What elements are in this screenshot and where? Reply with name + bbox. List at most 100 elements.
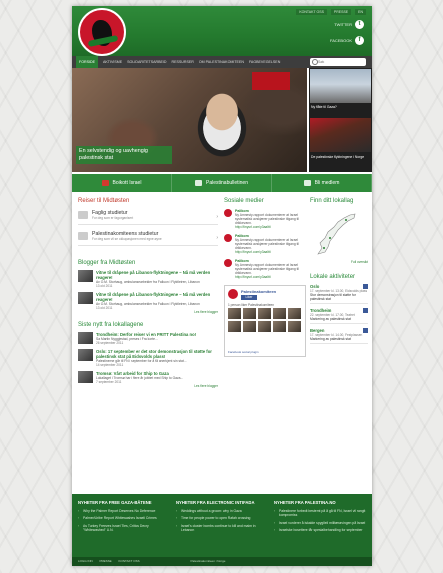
right-column: Finn ditt lokallag Full oversikt Lokale … [310,198,368,344]
hero-caption[interactable]: En selvstendig og uavhengig palestinsk s… [76,146,172,164]
nav-item-solidaritetsarbeid[interactable]: SOLIDARITETSARBEID [127,56,166,68]
news-photo [78,349,93,361]
tweet-link[interactable]: http://tinyurl.com/y3aaltti [235,225,304,229]
study-item-1[interactable]: Faglig studietur For deg som er fagorgan… [78,210,218,225]
top-link-lang[interactable]: EN [355,9,366,15]
local-news-item[interactable]: Tromsø: Vårt arbeid for Ship to Gaza Lok… [78,371,218,384]
blog-title[interactable]: Vitne til dråpene på Libanon-flyktningen… [96,292,218,302]
local-news-item[interactable]: Trondheim: Derfor reiser vi en FRITT Pal… [78,332,218,345]
local-news-item[interactable]: Oslo: 17 september er det stor demonstra… [78,349,218,367]
more-local-link[interactable]: Les flere blogger [78,384,218,388]
bulletin-button[interactable]: Palestinabulletinen [172,174,272,192]
fb-like-button[interactable]: Liker [241,295,257,300]
footer-link[interactable]: Palmer/Uribe Report Whitewashes Israeli … [78,516,170,521]
twitter-label: TWITTER [334,22,352,27]
nav-item-om[interactable]: OM PALESTINAKOMITEEN [199,56,244,68]
study-item-2[interactable]: Palestinakomiteens studietur For deg som… [78,231,218,246]
nav-item-forside[interactable]: FORSIDE [76,56,98,68]
fan-avatar[interactable] [243,308,256,319]
activity-desc: Markering av palestinsk stat [310,317,351,321]
blog-item[interactable]: Vitne til dråpene på Libanon-flyktningen… [78,270,218,288]
study-sub: For deg som vil se okkupasjonen med egne… [92,237,162,241]
page: KONTAKT OSS PRESSE EN TWITTER t FACEBOOK… [0,0,443,573]
blog-item[interactable]: Vitne til dråpene på Libanon-flyktningen… [78,292,218,310]
top-link-kontakt[interactable]: KONTAKT OSS [296,9,327,15]
fan-avatar[interactable] [228,308,241,319]
activity-item[interactable]: Bergen 17. september kl. 14.00, Festplas… [310,328,368,344]
tweet-link[interactable]: http://tinyurl.com/y3aaltti [235,275,304,279]
facebook-link[interactable]: FACEBOOK f [330,36,364,45]
hero-side-list: Ny flåte til Gaza? De palestinske flyktn… [309,68,372,172]
footer-col-title: NYHETER FRA PALESTINA.NO [274,500,336,505]
nav-item-fagbevegelsen[interactable]: FAGBEVEGELSEN [249,56,280,68]
news-title[interactable]: Oslo: 17 september er det stor demonstra… [96,349,218,359]
footer-link[interactable]: Weddings without a groom: why in Gaza [176,509,268,514]
blog-title[interactable]: Vitne til dråpene på Libanon-flyktningen… [96,270,218,280]
nav-item-ressurser[interactable]: RESSURSER [172,56,194,68]
side-thumb-2[interactable] [310,118,371,152]
search-input[interactable]: Søk [310,58,366,66]
side-caption-1[interactable]: Ny flåte til Gaza? [311,105,369,109]
footer-col-title: NYHETER FRA FREE GAZA-BÅTENE [78,500,152,505]
fan-avatar[interactable] [273,321,286,332]
top-link-presse[interactable]: PRESSE [330,9,352,15]
footer-link[interactable]: Palestinere forbedt bestemt på å gå til … [274,509,366,518]
footer-col-title: NYHETER FRA ELECTRONIC INTIFADA [176,500,255,505]
twitter-icon: t [355,20,364,29]
footer-link[interactable]: Israelske bosettere får spesialbehandlin… [274,528,366,533]
nav-item-aktivisme[interactable]: AKTIVISME [103,56,122,68]
middle-column: Sosiale medier Palikom Ny Amnesty-rappor… [224,198,306,357]
boikott-button[interactable]: Boikott Israel [72,174,172,192]
tweet[interactable]: Palikom Ny Amnesty-rapport dokumenterer … [224,209,304,229]
tweet-text: Ny Amnesty-rapport dokumenterer at Israe… [235,263,299,275]
footer-link[interactable]: Israel vurderer å iskalde spyglleil mili… [274,521,366,526]
blog-meta: Av O.M. Storhaug, ambulansearbeider fra … [96,302,200,306]
facebook-icon: f [355,36,364,45]
facebook-icon[interactable] [363,308,368,313]
fan-avatar[interactable] [273,308,286,319]
footer-link[interactable]: Why the Palmer Report Deserves No Defere… [78,509,170,514]
norway-map[interactable] [310,210,360,260]
activity-item[interactable]: Trondheim 22. september kl. 17.00, Teatr… [310,308,368,324]
fan-avatar[interactable] [228,321,241,332]
facebook-icon[interactable] [363,328,368,333]
fb-page-name[interactable]: Palestinakomiteen [241,289,276,294]
avatar [224,209,232,217]
map-overview-link[interactable]: Full oversikt [310,260,368,264]
social-title: Sosiale medier [224,198,264,204]
tweet[interactable]: Palikom Ny Amnesty-rapport dokumenterer … [224,259,304,279]
fan-avatar[interactable] [288,321,301,332]
news-date: 26 september 2011 [96,341,124,345]
fan-avatar[interactable] [243,321,256,332]
twitter-link[interactable]: TWITTER t [334,20,364,29]
footer-presse-link[interactable]: PRESSE [100,559,112,563]
footer-link[interactable]: Time for people power to open Rafah cros… [176,516,268,521]
fan-avatar[interactable] [258,308,271,319]
footer-login-link[interactable]: LOGG INN [78,559,93,563]
activity-item[interactable]: Oslo 17. september kl. 13.00, Eidsvolds … [310,284,368,304]
fb-like-count: 1 person liker Palestinakomiteen [228,303,275,307]
tweet-text: Ny Amnesty-rapport dokumenterer at Israe… [235,213,299,225]
fan-avatar[interactable] [288,308,301,319]
side-thumb-1[interactable] [310,69,371,103]
side-caption-2[interactable]: De palestinske flyktningene i Norge [311,155,369,159]
news-date: 7 september 2011 [96,380,122,384]
hero-image[interactable]: En selvstendig og uavhengig palestinsk s… [72,68,307,172]
footer-kontakt-link[interactable]: KONTAKT OSS [119,559,140,563]
fan-avatar[interactable] [258,321,271,332]
site-footer: NYHETER FRA FREE GAZA-BÅTENE Why the Pal… [72,494,372,566]
footer-col-freegaza: NYHETER FRA FREE GAZA-BÅTENE Why the Pal… [78,500,170,536]
bulletin-icon [195,180,202,186]
blogger-title: Blogger fra Midtøsten [78,260,136,266]
study-icon [78,211,88,219]
boycott-icon [101,180,109,186]
footer-link[interactable]: As Turkey Freezes Israel Ties, Critics D… [78,524,170,533]
footer-link[interactable]: Israel's cluster bombs continue to kill … [176,524,268,533]
tweet[interactable]: Palikom Ny Amnesty-rapport dokumenterer … [224,234,304,254]
tweet-link[interactable]: http://tinyurl.com/y3aaltti [235,250,304,254]
member-button[interactable]: Bli medlem [272,174,372,192]
site-logo[interactable] [78,8,126,56]
more-blogs-link[interactable]: Les flere blogger [78,310,218,314]
action-bar: Boikott Israel Palestinabulletinen Bli m… [72,174,372,192]
blog-meta: Av O.M. Storhaug, ambulansearbeider fra … [96,280,200,284]
